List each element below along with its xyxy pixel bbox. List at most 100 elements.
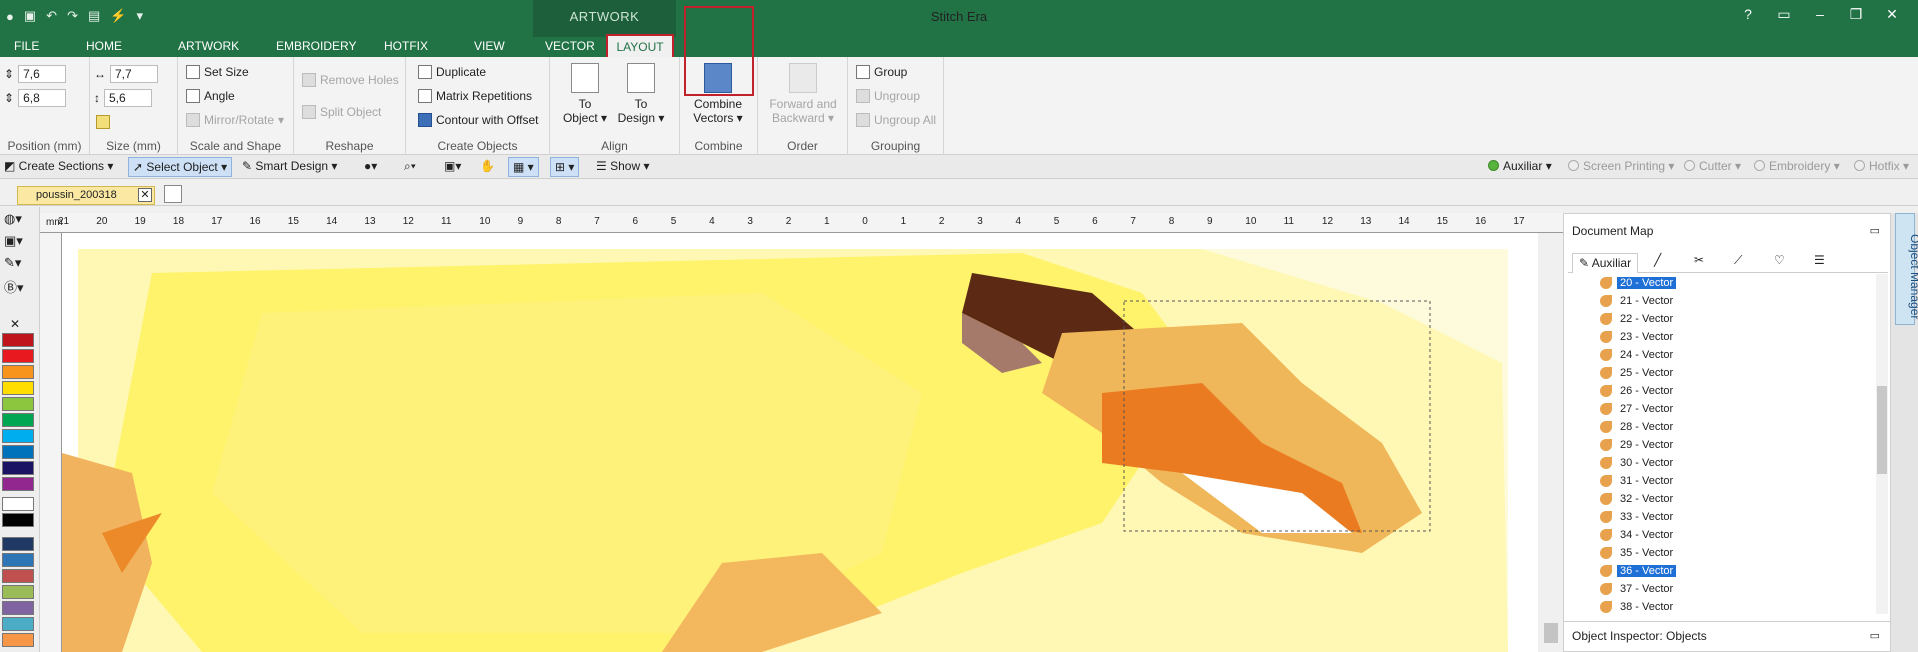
close-document-icon[interactable]: ✕	[138, 188, 152, 202]
smart-design-button[interactable]: ✎ Smart Design ▾	[242, 159, 337, 173]
set-size-button[interactable]: Set Size	[186, 65, 249, 79]
color-swatch[interactable]	[2, 397, 34, 411]
duplicate-button[interactable]: Duplicate	[418, 65, 486, 79]
tab-embroidery[interactable]: EMBROIDERY	[276, 39, 356, 53]
color-swatch[interactable]	[2, 633, 34, 647]
tab-vector[interactable]: VECTOR	[545, 39, 595, 53]
fill-tool-icon[interactable]: ▣▾	[4, 233, 23, 249]
scissors-tab-icon[interactable]: ✂	[1694, 253, 1704, 273]
list-item[interactable]: 37 - Vector	[1600, 580, 1676, 598]
color-swatch[interactable]	[2, 617, 34, 631]
list-item[interactable]: 27 - Vector	[1600, 400, 1676, 418]
ungroup-all-button[interactable]: Ungroup All	[856, 113, 936, 127]
select-object-button[interactable]: ➚ Select Object ▾	[128, 157, 233, 177]
tab-file[interactable]: FILE	[14, 39, 39, 53]
needle-tab-icon[interactable]: ⟋	[1734, 253, 1742, 273]
show-button[interactable]: ☰ Show ▾	[596, 159, 649, 173]
close-icon[interactable]: ✕	[1874, 6, 1910, 23]
position-x-input[interactable]: 7,6	[18, 65, 67, 83]
ribbon-display-icon[interactable]: ▭	[1766, 6, 1802, 23]
color-swatch[interactable]	[2, 569, 34, 583]
color-swatch[interactable]	[2, 497, 34, 511]
color-swatch[interactable]	[2, 513, 34, 527]
zoom-icon[interactable]: ⌕▾	[404, 159, 416, 174]
color-swatch[interactable]	[2, 349, 34, 363]
document-tab[interactable]: poussin_200318 ✕	[17, 186, 155, 205]
panel-minimize-icon[interactable]: ▭	[1870, 629, 1880, 642]
snap-icon[interactable]: ⊞ ▾	[550, 157, 580, 177]
color-swatch[interactable]	[2, 461, 34, 475]
color-swatch[interactable]	[2, 365, 34, 379]
color-swatch[interactable]	[2, 553, 34, 567]
heart-tab-icon[interactable]: ♡	[1774, 253, 1785, 273]
new-document-icon[interactable]	[164, 185, 182, 203]
tab-artwork[interactable]: ARTWORK	[178, 39, 239, 53]
list-item[interactable]: 32 - Vector	[1600, 490, 1676, 508]
list-item[interactable]: 24 - Vector	[1600, 346, 1676, 364]
angle-button[interactable]: Angle	[186, 89, 235, 103]
color-swatch[interactable]	[2, 333, 34, 347]
list-item[interactable]: 35 - Vector	[1600, 544, 1676, 562]
list-item[interactable]: 25 - Vector	[1600, 364, 1676, 382]
color-swatch[interactable]	[2, 601, 34, 615]
mode-embroidery[interactable]: Embroidery ▾	[1754, 159, 1840, 173]
color-swatch[interactable]	[2, 429, 34, 443]
minimize-icon[interactable]: –	[1802, 6, 1838, 23]
list-item[interactable]: 21 - Vector	[1600, 292, 1676, 310]
scroll-thumb[interactable]	[1544, 623, 1558, 643]
list-item[interactable]: 31 - Vector	[1600, 472, 1676, 490]
pan-hand-icon[interactable]: ✋	[480, 159, 495, 173]
tab-hotfix[interactable]: HOTFIX	[384, 39, 428, 53]
list-item[interactable]: 33 - Vector	[1600, 508, 1676, 526]
canvas-vertical-scrollbar[interactable]	[1538, 233, 1564, 652]
mirror-rotate-button[interactable]: Mirror/Rotate ▾	[186, 113, 284, 127]
to-object-button[interactable]: To Object ▾	[562, 63, 608, 125]
color-swatch[interactable]	[2, 381, 34, 395]
position-y-input[interactable]: 6,8	[18, 89, 67, 107]
restore-icon[interactable]: ❐	[1838, 6, 1874, 23]
list-item[interactable]: 23 - Vector	[1600, 328, 1676, 346]
list-item[interactable]: 36 - Vector	[1600, 562, 1677, 580]
color-swatch[interactable]	[2, 477, 34, 491]
forward-backward-button[interactable]: Forward and Backward ▾	[762, 63, 844, 125]
to-design-button[interactable]: To Design ▾	[616, 63, 666, 125]
document-map-scrollbar[interactable]	[1876, 274, 1888, 614]
color-swatch[interactable]	[2, 413, 34, 427]
color-swatch[interactable]	[2, 585, 34, 599]
lock-proportions-icon[interactable]	[96, 115, 110, 129]
list-item[interactable]: 34 - Vector	[1600, 526, 1676, 544]
zoom-page-icon[interactable]: ▣▾	[444, 159, 461, 173]
design-canvas[interactable]	[62, 233, 1538, 652]
grid-icon[interactable]: ▦ ▾	[508, 157, 539, 177]
remove-holes-button[interactable]: Remove Holes	[302, 73, 399, 87]
color-swatch[interactable]	[2, 445, 34, 459]
pen-tool-icon[interactable]: ✎▾	[4, 255, 21, 271]
tab-auxiliar[interactable]: ✎ Auxiliar	[1572, 253, 1639, 273]
panel-minimize-icon[interactable]: ▭	[1870, 224, 1880, 237]
list-tab-icon[interactable]: ☰	[1814, 253, 1825, 273]
list-item[interactable]: 28 - Vector	[1600, 418, 1676, 436]
contour-offset-button[interactable]: Contour with Offset	[418, 113, 539, 127]
tab-home[interactable]: HOME	[86, 39, 122, 53]
split-object-button[interactable]: Split Object	[302, 105, 381, 119]
list-item[interactable]: 38 - Vector	[1600, 598, 1676, 616]
object-manager-tab[interactable]: Object Manager	[1895, 213, 1918, 325]
help-icon[interactable]: ?	[1730, 6, 1766, 23]
list-item[interactable]: 22 - Vector	[1600, 310, 1676, 328]
group-button[interactable]: Group	[856, 65, 907, 79]
brush-tab-icon[interactable]: ╱	[1654, 253, 1661, 273]
no-color-icon[interactable]: ✕	[10, 317, 20, 331]
height-input[interactable]: 5,6	[104, 89, 152, 107]
ungroup-button[interactable]: Ungroup	[856, 89, 920, 103]
mode-auxiliar[interactable]: Auxiliar ▾	[1488, 159, 1552, 173]
tab-view[interactable]: VIEW	[474, 39, 505, 53]
color-swatch[interactable]	[2, 537, 34, 551]
scroll-thumb[interactable]	[1877, 386, 1887, 474]
mode-hotfix[interactable]: Hotfix ▾	[1854, 159, 1909, 173]
list-item[interactable]: 26 - Vector	[1600, 382, 1676, 400]
list-item[interactable]: 30 - Vector	[1600, 454, 1676, 472]
tab-layout[interactable]: LAYOUT	[606, 34, 674, 57]
outline-tool-icon[interactable]: Ⓑ▾	[4, 277, 24, 296]
color-wheel-icon[interactable]: ◍▾	[4, 211, 22, 227]
list-item[interactable]: 20 - Vector	[1600, 274, 1677, 292]
